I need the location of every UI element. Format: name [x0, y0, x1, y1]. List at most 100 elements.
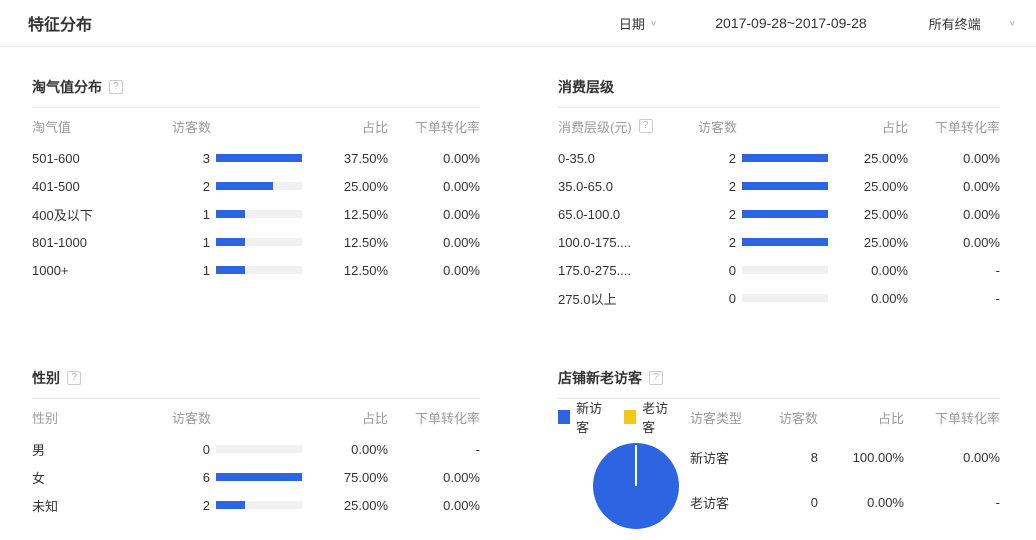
table-row: 501-600 3 37.50% 0.00%: [32, 144, 480, 172]
row-visitors: 1: [172, 235, 210, 250]
bar-chart-cell: [210, 238, 306, 246]
table-row: 65.0-100.0 2 25.00% 0.00%: [558, 200, 1000, 228]
table-row: 35.0-65.0 2 25.00% 0.00%: [558, 172, 1000, 200]
row-label: 65.0-100.0: [558, 207, 698, 222]
row-share: 25.00%: [306, 179, 388, 194]
bar-fill: [742, 238, 828, 246]
row-conversion: 0.00%: [908, 151, 1000, 166]
row-share: 37.50%: [306, 151, 388, 166]
bar-fill: [742, 182, 828, 190]
bar-chart-cell: [210, 154, 306, 162]
row-share: 12.50%: [306, 207, 388, 222]
row-label: 400及以下: [32, 205, 172, 224]
row-label: 1000+: [32, 263, 172, 278]
row-visitors: 1: [172, 263, 210, 278]
bar-fill: [216, 501, 245, 509]
column-header-label: 性别: [32, 408, 172, 427]
bar-chart-cell: [210, 445, 306, 453]
terminal-dropdown[interactable]: 所有终端 ∨: [929, 14, 1016, 33]
row-label: 801-1000: [32, 235, 172, 250]
row-label: 275.0以上: [558, 289, 698, 308]
column-header-share: 占比: [818, 408, 904, 427]
chevron-down-icon: ∨: [1009, 19, 1016, 28]
table-row: 未知 2 25.00% 0.00%: [32, 491, 480, 519]
row-visitors: 2: [172, 179, 210, 194]
page-title: 特征分布: [28, 11, 92, 35]
row-conversion: -: [908, 263, 1000, 278]
page-header: 特征分布 日期 ∨ 2017-09-28~2017-09-28 所有终端 ∨: [0, 0, 1036, 47]
table-row: 801-1000 1 12.50% 0.00%: [32, 228, 480, 256]
row-visitors: 2: [698, 207, 736, 222]
panel-title-row: 淘气值分布 ?: [32, 77, 480, 97]
row-conversion: -: [904, 495, 1000, 510]
column-header-type: 访客类型: [690, 408, 772, 427]
row-visitors: 2: [698, 179, 736, 194]
legend-item-new-visitors[interactable]: 新访客: [558, 398, 610, 436]
legend-swatch-blue: [558, 410, 570, 424]
pie-chart-wrap: [593, 443, 690, 529]
table-row: 1000+ 1 12.50% 0.00%: [32, 256, 480, 284]
row-conversion: 0.00%: [388, 498, 480, 513]
panel-taoqi-distribution: 淘气值分布 ? 淘气值 访客数 占比 下单转化率 501-600 3 37.50…: [32, 77, 480, 312]
row-visitors: 0: [172, 442, 210, 457]
row-share: 0.00%: [832, 291, 908, 306]
row-conversion: 0.00%: [388, 263, 480, 278]
column-header-share: 占比: [306, 408, 388, 427]
terminal-label: 所有终端: [929, 14, 981, 33]
column-header-share: 占比: [832, 117, 908, 136]
pie-slice-divider: [635, 445, 637, 486]
pie-chart-new-visitors-slice[interactable]: [593, 443, 679, 529]
panel-title: 消费层级: [558, 77, 614, 97]
row-visitors: 6: [172, 470, 210, 485]
help-icon[interactable]: ?: [649, 371, 663, 385]
date-range-picker[interactable]: 2017-09-28~2017-09-28: [715, 15, 866, 31]
row-share: 25.00%: [832, 179, 908, 194]
panels-grid: 淘气值分布 ? 淘气值 访客数 占比 下单转化率 501-600 3 37.50…: [0, 47, 1036, 529]
panel-title: 性别: [32, 368, 60, 388]
column-header-label-text: 消费层级(元): [558, 117, 632, 136]
row-share: 25.00%: [832, 151, 908, 166]
table-row: 新访客 8 100.00% 0.00%: [690, 435, 1000, 480]
row-visitors: 1: [172, 207, 210, 222]
bar-fill: [216, 182, 273, 190]
column-header-conversion: 下单转化率: [388, 117, 480, 136]
visitors-content: 新访客 老访客 访客类型 访客数 占比: [558, 399, 1000, 529]
row-label: 175.0-275....: [558, 263, 698, 278]
row-label: 35.0-65.0: [558, 179, 698, 194]
row-conversion: 0.00%: [388, 235, 480, 250]
panel-gender: 性别 ? 性别 访客数 占比 下单转化率 男 0 0.00% - 女 6 75.…: [32, 368, 480, 529]
panel-new-old-visitors: 店铺新老访客 ? 新访客 老访客: [558, 368, 1000, 529]
bar-chart-cell: [736, 182, 832, 190]
pie-chart-area: 新访客 老访客: [558, 399, 690, 529]
help-icon[interactable]: ?: [67, 371, 81, 385]
legend-label: 新访客: [576, 398, 610, 436]
column-header-conversion: 下单转化率: [388, 408, 480, 427]
table-header: 淘气值 访客数 占比 下单转化率: [32, 108, 480, 144]
table-row: 401-500 2 25.00% 0.00%: [32, 172, 480, 200]
table-row: 老访客 0 0.00% -: [690, 480, 1000, 525]
legend-label: 老访客: [642, 398, 676, 436]
bar-fill: [216, 473, 302, 481]
row-share: 25.00%: [832, 207, 908, 222]
bar-chart-cell: [736, 210, 832, 218]
help-icon[interactable]: ?: [109, 80, 123, 94]
row-conversion: 0.00%: [388, 207, 480, 222]
legend-item-old-visitors[interactable]: 老访客: [624, 398, 676, 436]
row-share: 75.00%: [306, 470, 388, 485]
help-icon[interactable]: ?: [639, 119, 653, 133]
table-row: 女 6 75.00% 0.00%: [32, 463, 480, 491]
column-header-share: 占比: [306, 117, 388, 136]
row-label: 401-500: [32, 179, 172, 194]
bar-fill: [216, 238, 245, 246]
bar-fill: [216, 154, 302, 162]
table-header: 消费层级(元) ? 访客数 占比 下单转化率: [558, 108, 1000, 144]
date-mode-dropdown[interactable]: 日期 ∨: [619, 14, 657, 33]
bar-fill: [742, 154, 828, 162]
row-share: 12.50%: [306, 235, 388, 250]
bar-chart-cell: [210, 210, 306, 218]
table-header: 性别 访客数 占比 下单转化率: [32, 399, 480, 435]
row-label: 老访客: [690, 493, 772, 512]
bar-fill: [742, 210, 828, 218]
row-visitors: 2: [698, 235, 736, 250]
column-header-label: 消费层级(元) ?: [558, 117, 698, 136]
